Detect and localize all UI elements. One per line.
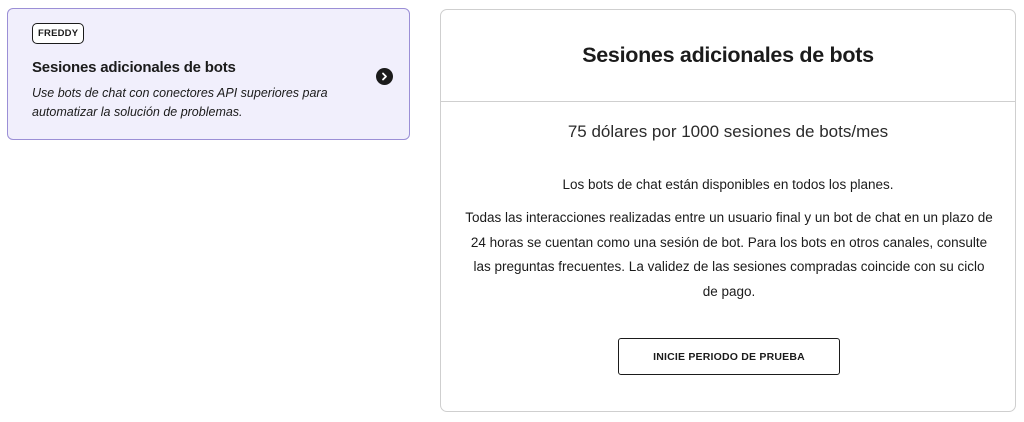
addon-description: Use bots de chat con conectores API supe… — [32, 86, 328, 119]
detail-card: Sesiones adicionales de bots 75 dólares … — [440, 9, 1016, 412]
page: FREDDY Sesiones adicionales de bots Use … — [0, 0, 1024, 422]
chevron-right-circle-icon[interactable] — [376, 68, 393, 85]
availability-text: Los bots de chat están disponibles en to… — [562, 177, 894, 192]
addon-card-bot-sessions[interactable]: FREDDY Sesiones adicionales de bots Use … — [7, 8, 410, 140]
addon-tag-badge: FREDDY — [32, 23, 85, 44]
price-text: 75 dólares por 1000 sesiones de bots/mes — [567, 122, 889, 141]
detail-header: Sesiones adicionales de bots — [441, 10, 1015, 102]
description-text: Todas las interacciones realizadas entre… — [465, 210, 993, 299]
start-trial-button[interactable]: INICIE PERIODO DE PRUEBA — [618, 338, 840, 375]
chevron-right-glyph — [382, 72, 387, 81]
detail-title: Sesiones adicionales de bots — [582, 43, 874, 67]
addon-title: Sesiones adicionales de bots — [32, 59, 236, 76]
